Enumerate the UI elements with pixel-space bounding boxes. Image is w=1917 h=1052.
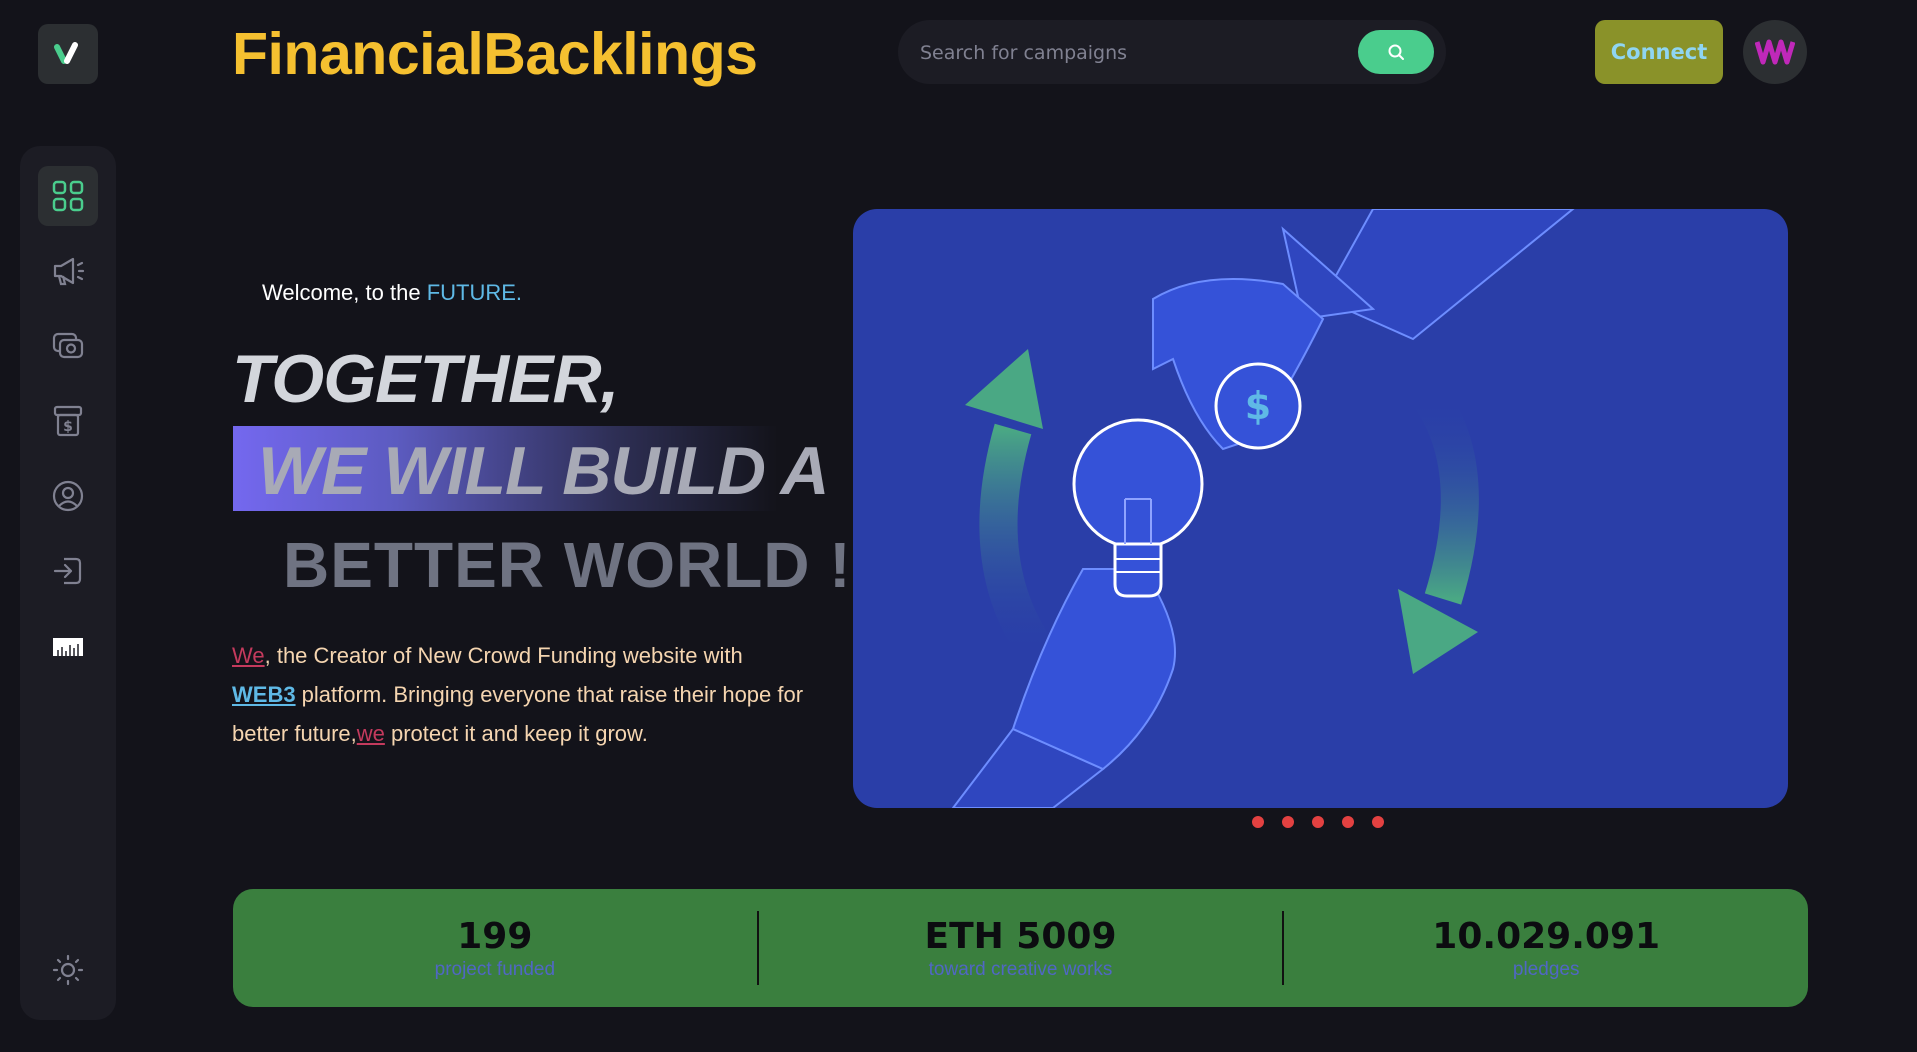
- sidebar-item-withdraw[interactable]: $: [38, 391, 98, 451]
- svg-text:$: $: [63, 419, 73, 435]
- stat-label: toward creative works: [928, 958, 1113, 980]
- search-button[interactable]: [1358, 30, 1434, 74]
- dashboard-grid-icon: [52, 180, 84, 212]
- description-part3: protect it and keep it grow.: [384, 721, 648, 746]
- we-link-2[interactable]: we: [357, 721, 385, 746]
- svg-text:$: $: [1245, 384, 1271, 428]
- carousel-dot[interactable]: [1252, 816, 1264, 828]
- stat-eth: ETH 5009 toward creative works: [759, 916, 1283, 981]
- search-bar: [898, 20, 1446, 84]
- we-link[interactable]: We: [232, 643, 265, 668]
- stat-value: 199: [457, 915, 533, 957]
- headline-line1: TOGETHER,: [232, 341, 619, 417]
- withdraw-icon: $: [53, 405, 83, 437]
- sidebar-item-campaign[interactable]: [38, 241, 98, 301]
- megaphone-icon: [53, 257, 85, 286]
- avatar[interactable]: [1743, 20, 1807, 84]
- search-input[interactable]: [918, 34, 1322, 72]
- headline-line2: WE WILL BUILD A: [258, 433, 829, 509]
- sidebar: $: [20, 146, 116, 1020]
- web3-link[interactable]: WEB3: [232, 682, 296, 707]
- logout-icon: [53, 557, 82, 585]
- brand-title: FinancialBacklings: [232, 21, 758, 87]
- carousel-dot[interactable]: [1342, 816, 1354, 828]
- hero-description: We, the Creator of New Crowd Funding web…: [232, 636, 832, 753]
- sun-icon: [52, 954, 84, 986]
- stat-pledges: 10.029.091 pledges: [1284, 916, 1808, 981]
- profile-icon: [52, 480, 84, 512]
- headline-line3: BETTER WORLD !: [283, 529, 852, 601]
- carousel-dot[interactable]: [1372, 816, 1384, 828]
- sidebar-item-profile[interactable]: [38, 466, 98, 526]
- description-part1: , the Creator of New Crowd Funding websi…: [264, 643, 743, 668]
- payment-icon: [52, 332, 84, 359]
- hero-illustration: $: [853, 209, 1788, 808]
- stat-label: pledges: [1512, 958, 1580, 980]
- search-icon: [1388, 44, 1404, 60]
- stat-projects: 199 project funded: [233, 916, 757, 981]
- crowdfunding-illustration: $: [951, 209, 1575, 808]
- stat-value: 10.029.091: [1432, 915, 1661, 957]
- sidebar-item-logout[interactable]: [38, 541, 98, 601]
- welcome-prefix: Welcome, to the: [262, 280, 421, 305]
- stat-value: ETH 5009: [924, 915, 1117, 957]
- carousel-dot[interactable]: [1312, 816, 1324, 828]
- sidebar-item-payment[interactable]: [38, 316, 98, 376]
- app-logo[interactable]: [38, 24, 98, 84]
- stats-banner: 199 project funded ETH 5009 toward creat…: [233, 889, 1808, 1007]
- carousel-dots: [1252, 816, 1384, 828]
- chart-icon: [53, 638, 83, 656]
- connect-button[interactable]: Connect: [1595, 20, 1723, 84]
- carousel-dot[interactable]: [1282, 816, 1294, 828]
- logo-icon: [54, 42, 78, 64]
- stat-label: project funded: [434, 958, 556, 980]
- wallet-logo-icon: [1755, 39, 1795, 65]
- welcome-highlight: FUTURE.: [426, 280, 523, 305]
- sidebar-item-chart[interactable]: [38, 616, 98, 676]
- sidebar-item-dashboard[interactable]: [38, 166, 98, 226]
- welcome-text: Welcome, to the FUTURE.: [262, 280, 522, 306]
- theme-toggle[interactable]: [38, 940, 98, 1000]
